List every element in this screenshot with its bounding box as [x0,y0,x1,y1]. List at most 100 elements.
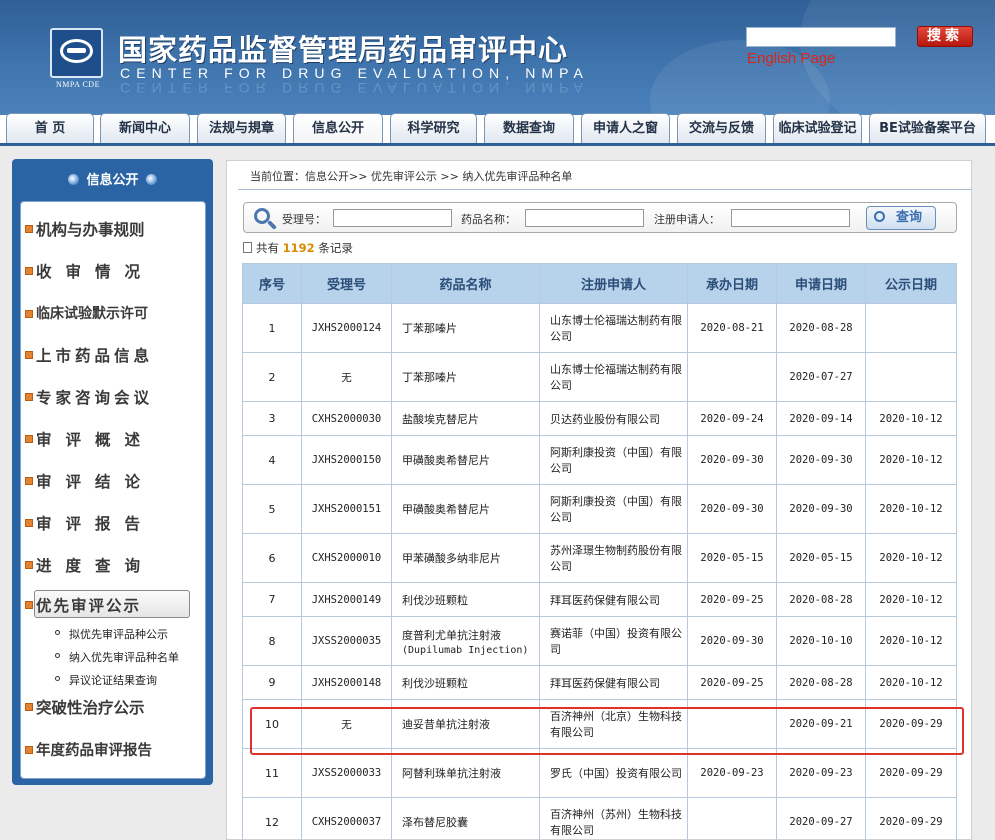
drug-name[interactable]: 度普利尤单抗注射液 (Dupilumab Injection) [391,616,540,666]
sidebar-item-expert-meetings[interactable]: 专家咨询会议 [25,386,153,408]
publish-date: 2020-10-12 [865,665,957,700]
sidebar-item-priority-review-label[interactable]: 优先审评公示 [25,594,141,616]
list-icon [25,477,33,485]
tab-applicant-window[interactable]: 申请人之窗 [581,113,670,143]
accept-number: 无 [301,352,392,402]
publish-date: 2020-10-12 [865,484,957,534]
tab-clinical-registration[interactable]: 临床试验登记 [773,113,862,143]
table-row[interactable]: 2 无丁苯那嗪片 山东博士伦福瑞达制药有限公司 2020-07-27 [242,352,957,402]
accept-no-input[interactable] [333,209,452,227]
publish-date: 2020-10-12 [865,582,957,617]
undertake-date: 2020-09-25 [687,582,777,617]
table-row[interactable]: 4 JXHS2000150 甲磺酸奥希替尼片 阿斯利康投资（中国）有限公司 2020-0… [242,435,957,485]
site-search-button[interactable]: 搜索 [917,26,973,47]
drug-name[interactable]: 丁苯那嗪片 [391,303,540,353]
tab-home[interactable]: 首 页 [6,113,94,143]
drug-name[interactable]: 利伐沙班颗粒 [391,582,540,617]
table-row[interactable]: 3 CXHS2000030 盐酸埃克替尼片 贝达药业股份有限公司 2020-09-24 2… [242,401,957,436]
apply-date: 2020-09-30 [776,484,866,534]
english-page-link[interactable]: English Page [747,50,835,67]
sidebar-item-clinical-permission[interactable]: 临床试验默示许可 [25,303,148,323]
search-icon [874,211,885,222]
drug-name[interactable]: 甲磺酸奥希替尼片 [391,435,540,485]
applicant-name: 阿斯利康投资（中国）有限公司 [539,435,688,485]
tab-feedback[interactable]: 交流与反馈 [677,113,766,143]
column-header[interactable]: 序号 [242,263,302,304]
sidebar-subitem-proposed[interactable]: 拟优先审评品种公示 [55,626,168,642]
applicant-input[interactable] [731,209,850,227]
table-row[interactable]: 12 CXHS2000037 泽布替尼胶囊 百济神州（苏州）生物科技有限公司 2020-… [242,797,957,840]
tab-news[interactable]: 新闻中心 [100,113,190,143]
column-header[interactable]: 公示日期 [865,263,957,304]
drug-name[interactable]: 甲苯磺酸多纳非尼片 [391,533,540,583]
list-icon [25,519,33,527]
table-row[interactable]: 9 JXHS2000148 利伐沙班颗粒 拜耳医药保健有限公司 2020-09-25 20… [242,665,957,700]
breadcrumb-divider [238,189,972,190]
drug-name-input[interactable] [525,209,644,227]
sidebar-item-breakthrough[interactable]: 突破性治疗公示 [25,696,145,718]
drug-name[interactable]: 甲磺酸奥希替尼片 [391,484,540,534]
publish-date: 2020-09-29 [865,797,957,840]
nmpa-logo[interactable] [50,28,103,78]
row-number: 4 [242,435,302,485]
tab-info-disclosure[interactable]: 信息公开 [293,113,383,143]
drug-name[interactable]: 丁苯那嗪片 [391,352,540,402]
table-row[interactable]: 5 JXHS2000151 甲磺酸奥希替尼片 阿斯利康投资（中国）有限公司 2020-0… [242,484,957,534]
sidebar-item-overview[interactable]: 审评概述 [25,428,154,450]
table-row[interactable]: 8 JXSS2000035 度普利尤单抗注射液 (Dupilumab Injectio… [242,616,957,666]
tab-research[interactable]: 科学研究 [390,113,477,143]
table-row[interactable]: 6 CXHS2000010 甲苯磺酸多纳非尼片 苏州泽璟生物制药股份有限公司 2020-… [242,533,957,583]
drug-name[interactable]: 泽布替尼胶囊 [391,797,540,840]
column-header[interactable]: 注册申请人 [539,263,688,304]
sidebar-subitem-included[interactable]: 纳入优先审评品种名单 [55,649,179,665]
tab-be-platform[interactable]: BE试验备案平台 [869,113,986,143]
sidebar-item-progress[interactable]: 进度查询 [25,554,154,576]
accept-number: CXHS2000010 [301,533,392,583]
undertake-date: 2020-05-15 [687,533,777,583]
list-icon [25,267,33,275]
table-row[interactable]: 1 JXHS2000124 丁苯那嗪片 山东博士伦福瑞达制药有限公司 2020-08-2… [242,303,957,353]
sidebar-subitem-objections[interactable]: 异议论证结果查询 [55,672,157,688]
publish-date [865,352,957,402]
drug-name[interactable]: 利伐沙班颗粒 [391,665,540,700]
row-number: 5 [242,484,302,534]
content-panel: 当前位置：信息公开>> 优先审评公示 >> 纳入优先审评品种名单 受理号： 药品… [226,160,972,840]
undertake-date: 2020-09-30 [687,435,777,485]
drug-name[interactable]: 阿替利珠单抗注射液 [391,748,540,798]
accept-number: CXHS2000030 [301,401,392,436]
apply-date: 2020-08-28 [776,303,866,353]
circle-bullet-icon [55,630,60,635]
drug-name[interactable]: 盐酸埃克替尼片 [391,401,540,436]
undertake-date: 2020-09-30 [687,616,777,666]
accept-number: JXSS2000033 [301,748,392,798]
column-header[interactable]: 承办日期 [687,263,777,304]
query-button[interactable]: 查询 [866,206,936,230]
breadcrumb: 当前位置：信息公开>> 优先审评公示 >> 纳入优先审评品种名单 [250,170,573,183]
table-row[interactable]: 7 JXHS2000149 利伐沙班颗粒 拜耳医药保健有限公司 2020-09-25 20… [242,582,957,617]
column-header[interactable]: 受理号 [301,263,392,304]
list-icon [25,601,33,609]
row-number: 6 [242,533,302,583]
sidebar-item-acceptance[interactable]: 收审情况 [25,260,154,282]
accept-number: JXHS2000149 [301,582,392,617]
tab-regulations[interactable]: 法规与規章 [197,113,286,143]
table-row[interactable]: 11 JXSS2000033 阿替利珠单抗注射液 罗氏（中国）投资有限公司 2020-0… [242,748,957,798]
tab-data-query[interactable]: 数据查询 [484,113,574,143]
site-search-input[interactable] [746,27,896,47]
sidebar-item-annual-report[interactable]: 年度药品审评报告 [25,739,152,760]
column-header[interactable]: 申请日期 [776,263,866,304]
apply-date: 2020-10-10 [776,616,866,666]
publish-date: 2020-10-12 [865,533,957,583]
accept-number: CXHS2000037 [301,797,392,840]
row-number: 7 [242,582,302,617]
column-header[interactable]: 药品名称 [391,263,540,304]
list-icon [25,561,33,569]
sidebar-item-reports[interactable]: 审评报告 [25,512,154,534]
apply-date: 2020-05-15 [776,533,866,583]
sidebar-item-rules[interactable]: 机构与办事规则 [25,218,145,240]
logo-text: NMPA CDE [56,80,100,89]
site-title: 国家药品监督管理局药品审评中心 [118,33,569,67]
sidebar-item-conclusions[interactable]: 审评结论 [25,470,154,492]
sidebar-item-marketed-drugs[interactable]: 上市药品信息 [25,344,153,366]
applicant-name: 苏州泽璟生物制药股份有限公司 [539,533,688,583]
